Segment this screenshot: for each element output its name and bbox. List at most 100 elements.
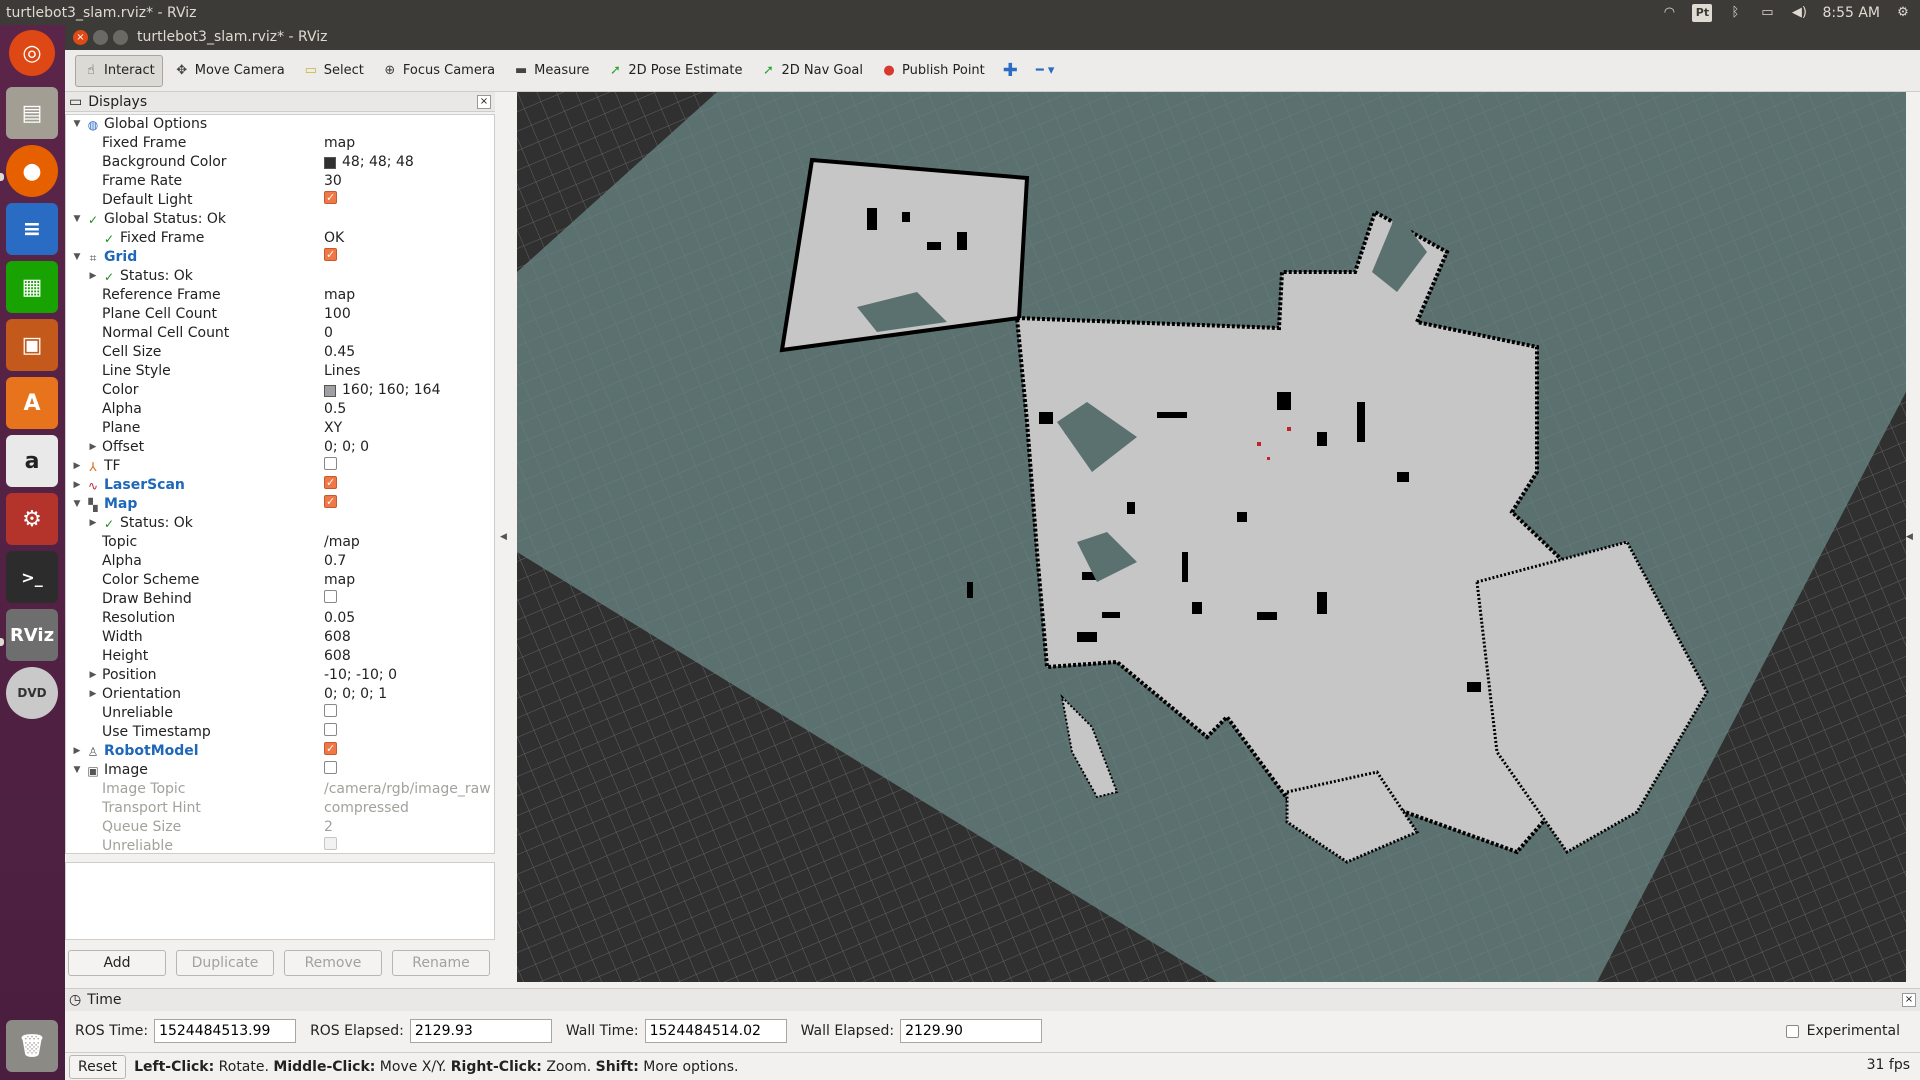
reset-button[interactable]: Reset xyxy=(69,1054,127,1079)
display-checkbox[interactable] xyxy=(324,704,337,717)
display-row-value[interactable]: Lines xyxy=(324,362,360,381)
display-row-color[interactable]: Color 160; 160; 164 xyxy=(66,381,494,400)
display-row-alpha[interactable]: Alpha 0.7 xyxy=(66,552,494,571)
display-row-value[interactable]: map xyxy=(324,134,355,153)
display-row-position[interactable]: ▶ Position -10; -10; 0 xyxy=(66,666,494,685)
volume-icon[interactable]: ◀) xyxy=(1790,5,1808,20)
display-row-line-style[interactable]: Line Style Lines xyxy=(66,362,494,381)
display-row-unreliable[interactable]: Unreliable xyxy=(66,837,494,853)
display-row-value[interactable]: 0; 0; 0; 1 xyxy=(324,685,387,704)
impress-icon[interactable]: ▣ xyxy=(6,319,58,371)
clock[interactable]: 8:55 AM xyxy=(1822,5,1880,21)
display-checkbox[interactable] xyxy=(324,473,337,492)
tool-measure[interactable]: ▬ Measure xyxy=(506,55,596,87)
display-row-topic[interactable]: Topic/map xyxy=(66,533,494,552)
display-row-robotmodel[interactable]: ▶ ♙ RobotModel xyxy=(66,739,494,761)
display-checkbox[interactable] xyxy=(324,188,337,207)
expand-arrow-closed-icon[interactable]: ▶ xyxy=(88,438,98,457)
rename-display-button[interactable]: Rename xyxy=(392,950,490,976)
rviz-icon[interactable]: RViz xyxy=(6,609,58,661)
display-row-frame-rate[interactable]: Frame Rate 30 xyxy=(66,172,494,191)
expand-arrow-open-icon[interactable]: ▼ xyxy=(72,115,82,134)
display-row-value[interactable]: 0.05 xyxy=(324,609,355,628)
3d-viewport[interactable] xyxy=(517,92,1906,982)
experimental-checkbox[interactable] xyxy=(1785,1024,1799,1038)
display-row-tf[interactable]: ▶ ⅄ TF xyxy=(66,457,494,476)
display-row-value[interactable]: 48; 48; 48 xyxy=(342,153,414,172)
expand-arrow-open-icon[interactable]: ▼ xyxy=(72,495,82,514)
close-panel-button[interactable]: × xyxy=(477,95,491,109)
remove-display-button[interactable]: Remove xyxy=(284,950,382,976)
display-row-value[interactable]: 608 xyxy=(324,628,351,647)
wall-elapsed-field[interactable] xyxy=(900,1019,1043,1043)
tool-2d-nav-goal[interactable]: ➚ 2D Nav Goal xyxy=(753,55,870,87)
terminal-icon[interactable]: >_ xyxy=(6,551,58,603)
color-swatch[interactable] xyxy=(324,384,336,397)
display-row-background-color[interactable]: Background Color 48; 48; 48 xyxy=(66,153,494,172)
display-row-unreliable[interactable]: Unreliable xyxy=(66,704,494,723)
keyboard-layout-indicator[interactable]: Pt xyxy=(1692,3,1713,22)
display-row-reference-frame[interactable]: Reference Frame map xyxy=(66,286,494,305)
display-row-laserscan[interactable]: ▶ ∿ LaserScan xyxy=(66,473,494,495)
add-tool-icon[interactable]: ✚ xyxy=(996,55,1025,87)
firefox-icon[interactable]: ● xyxy=(6,145,58,197)
color-swatch[interactable] xyxy=(324,156,336,169)
trash-icon[interactable]: 🗑 xyxy=(6,1020,58,1072)
display-row-value[interactable]: 0 xyxy=(324,324,333,343)
display-checkbox[interactable] xyxy=(324,590,337,603)
display-row-image[interactable]: ▼ ▣ Image xyxy=(66,761,494,780)
display-checkbox[interactable] xyxy=(324,837,337,850)
expand-arrow-closed-icon[interactable]: ▶ xyxy=(88,685,98,704)
display-row-offset[interactable]: ▶ Offset 0; 0; 0 xyxy=(66,438,494,457)
system-settings-icon[interactable]: ⚙ xyxy=(6,493,58,545)
display-row-value[interactable]: 100 xyxy=(324,305,351,324)
display-row-value[interactable]: 0.7 xyxy=(324,552,346,571)
display-row-cell-size[interactable]: Cell Size 0.45 xyxy=(66,343,494,362)
display-row-status-ok[interactable]: ▶ ✓ Status: Ok xyxy=(66,267,494,286)
expand-arrow-closed-icon[interactable]: ▶ xyxy=(72,457,82,476)
left-dock-collapse[interactable]: ◀ xyxy=(500,92,517,982)
display-row-queue-size[interactable]: Queue Size 2 xyxy=(66,818,494,837)
display-checkbox[interactable] xyxy=(324,761,337,774)
expand-arrow-open-icon[interactable]: ▼ xyxy=(72,210,82,229)
display-row-image-topic[interactable]: Image Topic/camera/rgb/image_raw xyxy=(66,780,494,799)
display-row-normal-cell-count[interactable]: Normal Cell Count 0 xyxy=(66,324,494,343)
display-row-value[interactable]: -10; -10; 0 xyxy=(324,666,397,685)
expand-arrow-closed-icon[interactable]: ▶ xyxy=(72,742,82,761)
expand-arrow-open-icon[interactable]: ▼ xyxy=(72,761,82,780)
amazon-icon[interactable]: a xyxy=(6,435,58,487)
expand-arrow-open-icon[interactable]: ▼ xyxy=(72,248,82,267)
display-row-draw-behind[interactable]: Draw Behind xyxy=(66,590,494,609)
display-row-value[interactable]: 608 xyxy=(324,647,351,666)
tool-move-camera[interactable]: ✥ Move Camera xyxy=(167,55,292,87)
display-row-value[interactable]: 0.45 xyxy=(324,343,355,362)
calc-icon[interactable]: ▦ xyxy=(6,261,58,313)
close-window-button[interactable]: × xyxy=(73,30,88,45)
display-row-global-status-ok[interactable]: ▼ ✓ Global Status: Ok xyxy=(66,210,494,229)
minimize-window-button[interactable] xyxy=(93,30,108,45)
display-row-resolution[interactable]: Resolution 0.05 xyxy=(66,609,494,628)
expand-arrow-closed-icon[interactable]: ▶ xyxy=(88,514,98,533)
tool-interact[interactable]: ☝ Interact xyxy=(75,54,163,87)
display-row-grid[interactable]: ▼ ⌗ Grid xyxy=(66,245,494,267)
display-row-use-timestamp[interactable]: Use Timestamp xyxy=(66,723,494,742)
bluetooth-icon[interactable]: ᛒ xyxy=(1726,5,1744,20)
tool-publish-point[interactable]: ● Publish Point xyxy=(874,55,992,87)
display-row-value[interactable]: map xyxy=(324,571,355,590)
display-checkbox[interactable] xyxy=(324,723,337,736)
display-row-alpha[interactable]: Alpha 0.5 xyxy=(66,400,494,419)
display-row-status-ok[interactable]: ▶ ✓ Status: Ok xyxy=(66,514,494,533)
add-display-button[interactable]: Add xyxy=(68,950,166,976)
tool-2d-pose-estimate[interactable]: ➚ 2D Pose Estimate xyxy=(600,55,749,87)
expand-arrow-closed-icon[interactable]: ▶ xyxy=(72,476,82,495)
display-row-fixed-frame[interactable]: ✓ Fixed Frame OK xyxy=(66,229,494,248)
remove-tool-icon[interactable]: ━ ▾ xyxy=(1029,55,1061,87)
displays-tree[interactable]: ▼ ◍ Global Options Fixed Frame map Background… xyxy=(65,114,495,854)
display-row-fixed-frame[interactable]: Fixed Frame map xyxy=(66,134,494,153)
tool-select[interactable]: ▭ Select xyxy=(296,55,371,87)
dvd-icon[interactable]: DVD xyxy=(6,667,58,719)
display-row-value[interactable]: 0.5 xyxy=(324,400,346,419)
display-row-width[interactable]: Width 608 xyxy=(66,628,494,647)
software-center-icon[interactable]: A xyxy=(6,377,58,429)
display-row-transport-hint[interactable]: Transport Hint compressed xyxy=(66,799,494,818)
